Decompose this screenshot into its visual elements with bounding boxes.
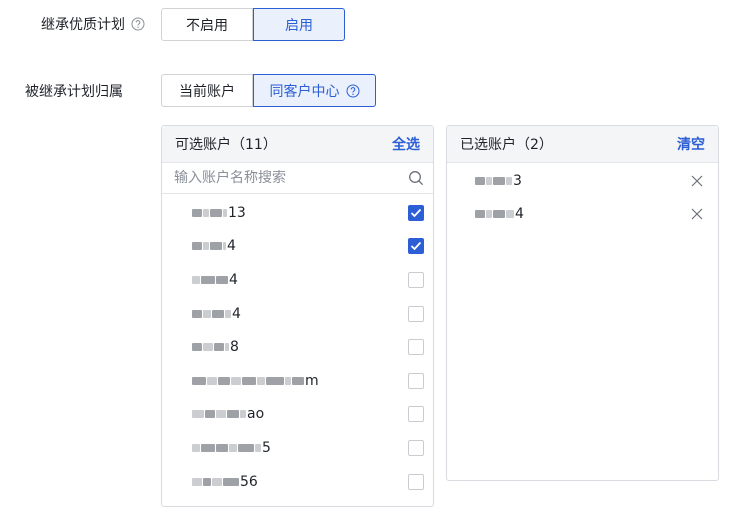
check-icon [410,208,422,218]
account-checkbox[interactable] [408,372,424,389]
account-name-suffix: ao [247,406,265,423]
same-client-center-option-button[interactable]: 同客户中心 [253,74,376,107]
account-name: m [192,373,319,389]
account-checkbox[interactable] [408,271,424,288]
list-item[interactable]: 13 [162,196,433,230]
account-name: 8 [192,339,239,355]
enable-option-label: 启用 [285,17,313,34]
search-icon[interactable] [408,170,424,186]
list-item[interactable]: m [162,364,433,398]
account-name: 4 [192,306,241,322]
account-checkbox[interactable] [408,406,424,423]
current-account-option-label: 当前账户 [179,83,235,100]
account-checkbox[interactable] [408,439,424,456]
selected-accounts-title: 已选账户（2） [460,137,553,153]
ownership-label: 被继承计划归属 [25,81,123,101]
available-accounts-header: 可选账户（11） 全选 [162,126,433,163]
account-name: 4 [192,272,238,288]
selected-accounts-list: 3 4 [447,163,718,230]
selected-accounts-header: 已选账户（2） 清空 [447,126,718,163]
clear-all-button[interactable]: 清空 [677,134,705,154]
available-accounts-list: 13 4 4 4 8 m ao 5 56 [162,194,433,498]
list-item[interactable]: 4 [162,297,433,331]
account-name: 4 [192,238,236,254]
check-icon [410,242,422,251]
account-name: 56 [192,474,258,490]
account-checkbox[interactable] [408,473,424,490]
account-name: 4 [475,206,524,222]
account-name-suffix: 56 [240,473,258,490]
account-checkbox[interactable] [408,238,424,255]
close-icon[interactable] [689,173,705,189]
close-icon[interactable] [689,206,705,222]
account-checkbox[interactable] [408,204,424,221]
disable-option-button[interactable]: 不启用 [161,8,253,41]
account-name-suffix: 13 [228,204,246,221]
available-accounts-panel: 可选账户（11） 全选 13 4 [161,125,434,507]
inherit-plan-toggle: 不启用 启用 [161,8,345,41]
help-icon[interactable] [346,84,360,98]
account-name-suffix: 5 [262,439,271,456]
list-item: 4 [447,197,718,230]
list-item[interactable]: ao [162,398,433,432]
disable-option-label: 不启用 [186,17,228,34]
account-checkbox[interactable] [408,305,424,322]
select-all-button[interactable]: 全选 [392,134,420,154]
account-name-suffix: 3 [513,172,522,189]
account-name-suffix: 8 [230,339,239,356]
list-item[interactable]: 8 [162,330,433,364]
list-item[interactable]: 4 [162,230,433,264]
account-name-suffix: m [305,372,319,389]
list-item: 3 [447,164,718,197]
account-name-suffix: 4 [515,205,524,222]
inherit-plan-label: 继承优质计划 [41,14,145,34]
account-search-box [162,163,433,194]
current-account-option-button[interactable]: 当前账户 [161,74,253,107]
account-name-suffix: 4 [229,271,238,288]
same-client-center-option-label: 同客户中心 [269,83,340,100]
help-icon[interactable] [131,17,145,31]
list-item[interactable]: 5 [162,431,433,465]
account-name-suffix: 4 [232,305,241,322]
account-name-suffix: 4 [227,238,236,255]
ownership-label-text: 被继承计划归属 [25,84,123,100]
available-accounts-title: 可选账户（11） [175,137,277,153]
account-name: 5 [192,440,271,456]
account-name: 13 [192,205,246,221]
enable-option-button[interactable]: 启用 [253,8,345,41]
account-checkbox[interactable] [408,339,424,356]
ownership-toggle: 当前账户 同客户中心 [161,74,376,107]
inherit-plan-label-text: 继承优质计划 [41,17,125,33]
account-name: ao [192,406,264,422]
selected-accounts-panel: 已选账户（2） 清空 3 4 [446,125,719,481]
list-item[interactable]: 4 [162,263,433,297]
list-item[interactable]: 56 [162,465,433,499]
account-name: 3 [475,173,522,189]
account-search-input[interactable] [174,170,374,186]
